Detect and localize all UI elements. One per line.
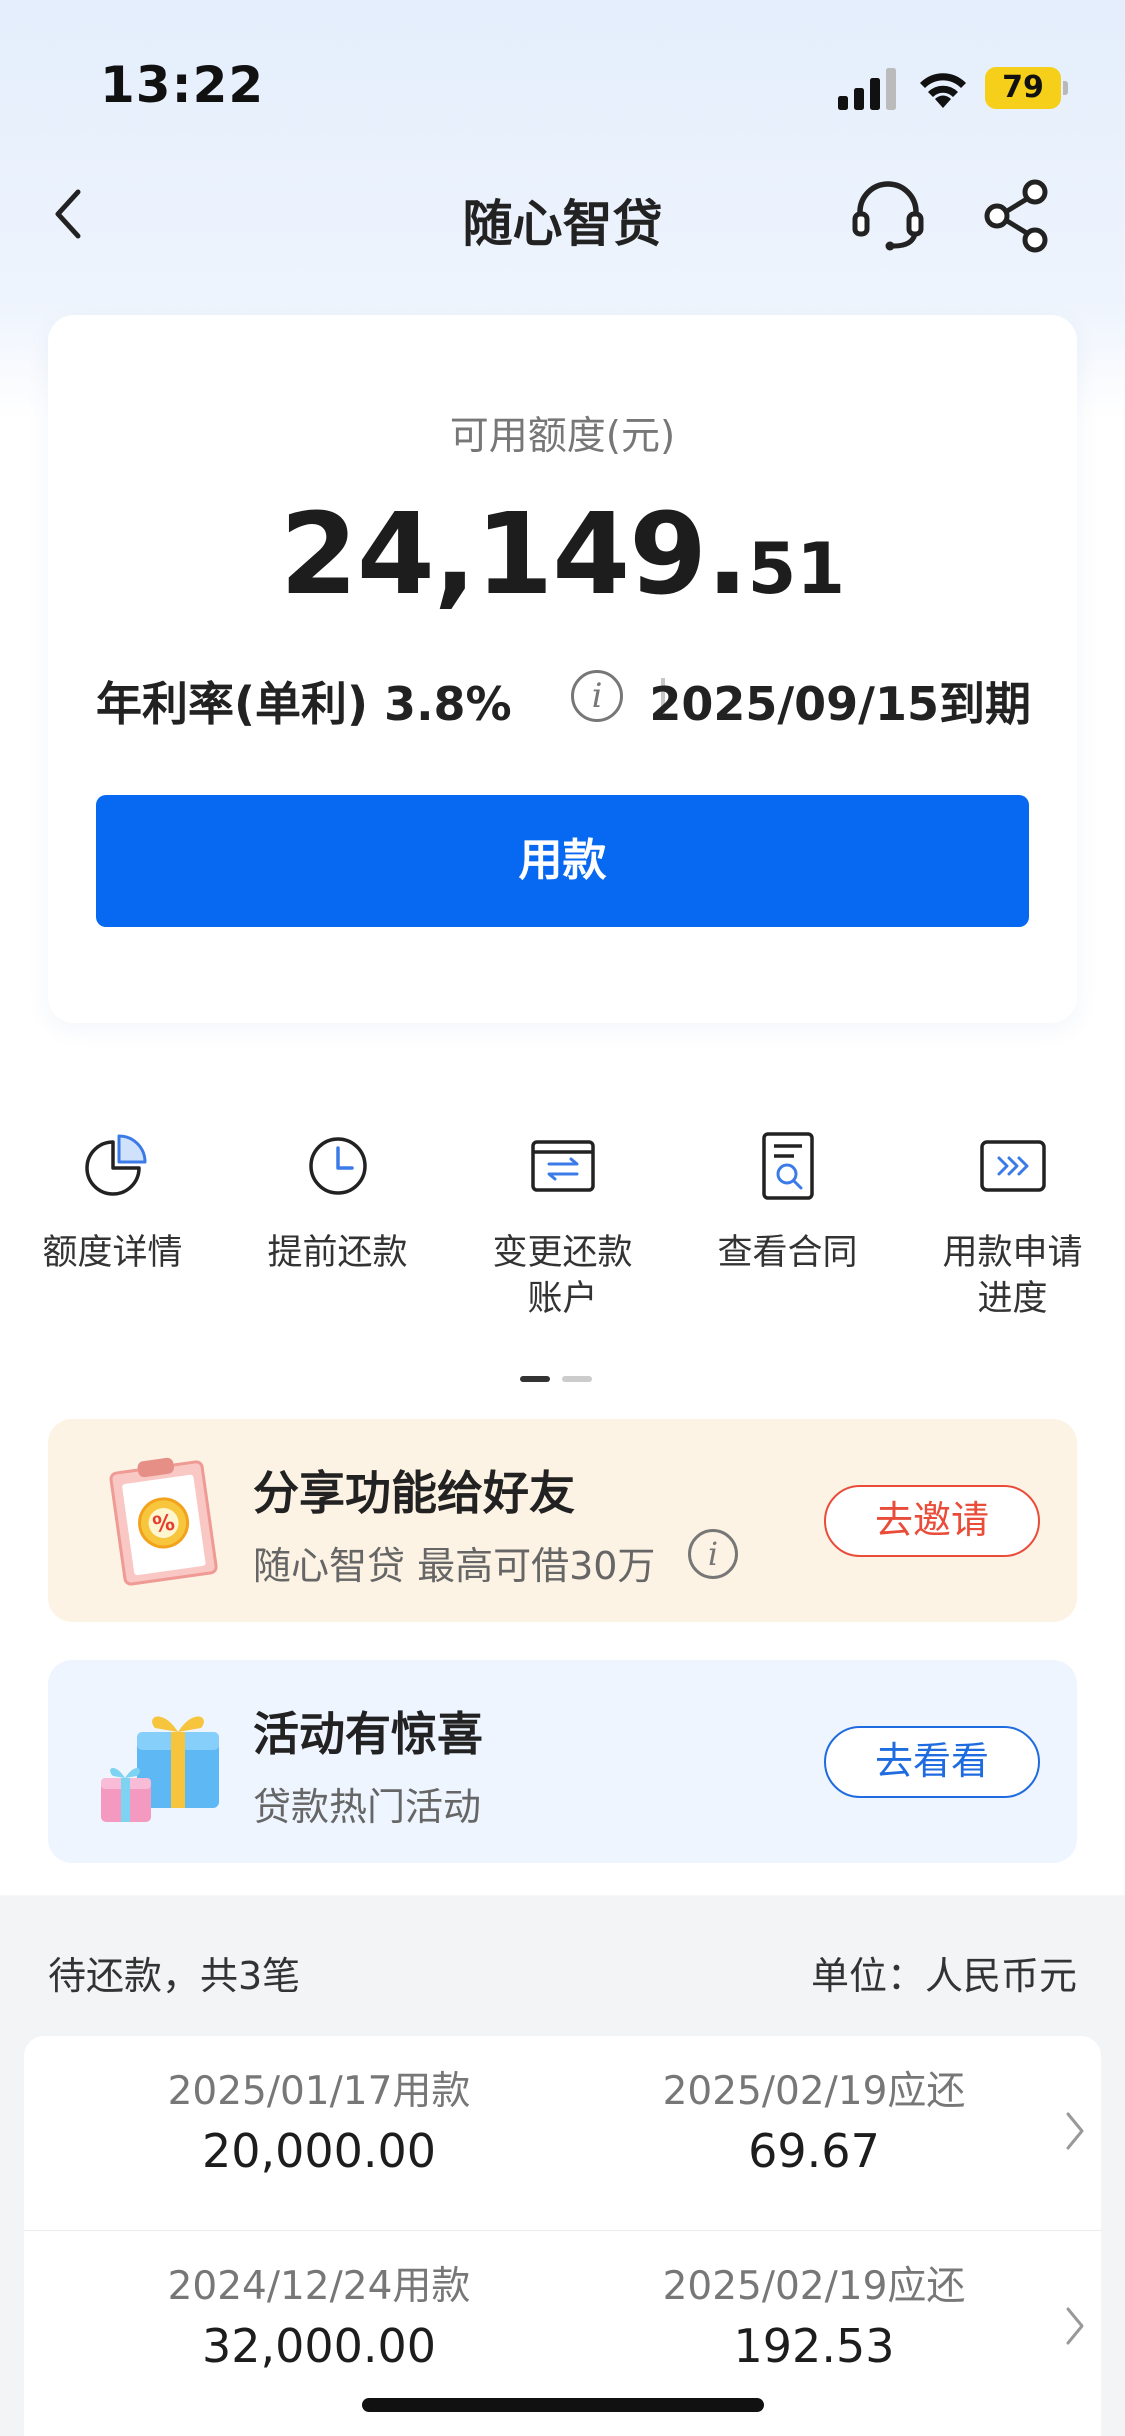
due-date: 2025/09/15到期 [649,677,1031,731]
available-credit-label: 可用额度(元) [449,414,676,459]
credit-card: 可用额度(元) 24,149.51 年利率(单利) 3.8% i 2025/09… [48,315,1077,1023]
annual-rate: 年利率(单利) 3.8% [96,677,512,731]
action-label: 查看合同 [717,1233,858,1273]
action-label: 提前还款 [267,1233,408,1273]
borrow-amount: 32,000.00 [201,2319,437,2373]
coupon-clipboard-image: % [109,1457,218,1586]
cellular-signal-icon [838,68,896,110]
home-indicator[interactable] [362,2398,764,2412]
card-transfer-icon [530,1140,595,1192]
due-date: 2025/02/19应还 [662,2069,966,2114]
borrow-info: 2024/12/24用款 32,000.00 [119,2261,519,2379]
repayment-count: 待还款，共3笔 [48,1954,301,1998]
action-credit-details[interactable]: 额度详情 [0,1130,225,1276]
due-info: 2025/02/19应还 192.53 [614,2261,1014,2379]
page-title: 随心智贷 [462,195,663,253]
action-label: 额度详情 [42,1233,183,1273]
event-banner[interactable]: 活动有惊喜 贷款热门活动 去看看 [48,1660,1077,1863]
battery-level: 79 [1002,70,1044,105]
promo-subtitle: 贷款热门活动 [253,1785,482,1829]
borrow-amount: 20,000.00 [201,2124,437,2178]
chevron-right-icon [1066,2112,1084,2150]
chevron-right-icon [1066,2307,1084,2345]
repayment-list: 2025/01/17用款 20,000.00 2025/02/19应还 69.6… [24,2036,1101,2436]
wifi-icon [920,73,966,108]
pie-chart-icon [84,1134,146,1196]
action-view-contract[interactable]: 查看合同 [675,1130,900,1276]
borrow-date: 2024/12/24用款 [167,2264,471,2309]
currency-unit: 单位：人民币元 [810,1954,1077,1998]
page-dot-active [520,1376,550,1382]
page-dot[interactable] [562,1376,592,1382]
share-icon[interactable] [983,178,1053,254]
promo-title: 分享功能给好友 [253,1466,575,1520]
info-icon[interactable]: i [688,1529,738,1579]
info-icon[interactable]: i [571,670,623,722]
battery-icon: 79 [985,67,1069,109]
status-time: 13:22 [100,56,265,114]
nav-bar: 随心智贷 [0,160,1125,270]
invite-banner[interactable]: % 分享功能给好友 随心智贷 最高可借30万 i 去邀请 [48,1419,1077,1622]
promo-subtitle: 随心智贷 最高可借30万 [253,1544,656,1588]
repayment-header: 待还款，共3笔 单位：人民币元 [48,1945,1077,2005]
repayment-row[interactable]: 2024/12/24用款 32,000.00 2025/02/19应还 192.… [24,2230,1101,2424]
rate-row: 年利率(单利) 3.8% i 2025/09/15到期 [96,660,1031,732]
action-label: 用款申请 进度 [942,1233,1083,1319]
due-info: 2025/02/19应还 69.67 [614,2066,1014,2184]
due-amount: 192.53 [733,2319,895,2373]
quick-actions: 额度详情 提前还款 变更还款 账户 查看合同 用款申请 进度 [0,1130,1125,1330]
customer-service-headset-icon[interactable] [850,178,926,254]
due-date: 2025/02/19应还 [662,2264,966,2309]
repayment-row[interactable]: 2025/01/17用款 20,000.00 2025/02/19应还 69.6… [24,2036,1101,2230]
borrow-date: 2025/01/17用款 [167,2069,471,2114]
invite-button[interactable]: 去邀请 [824,1485,1040,1557]
action-label: 变更还款 账户 [492,1233,633,1319]
available-credit-amount: 24,149.51 [48,490,1077,620]
borrow-info: 2025/01/17用款 20,000.00 [119,2066,519,2184]
borrow-button[interactable]: 用款 [96,795,1029,927]
progress-arrows-icon [979,1140,1046,1192]
action-early-repayment[interactable]: 提前还款 [225,1130,450,1276]
action-borrow-progress[interactable]: 用款申请 进度 [900,1130,1125,1322]
view-events-button[interactable]: 去看看 [824,1726,1040,1798]
action-change-repayment-account[interactable]: 变更还款 账户 [450,1130,675,1322]
document-search-icon [761,1132,814,1200]
status-bar: 13:22 79 [0,0,1125,150]
clock-icon [308,1137,367,1195]
svg-text:%: % [151,1511,176,1539]
credit-amount-decimal: 51 [747,528,846,610]
gift-box-image [101,1716,219,1822]
due-amount: 69.67 [748,2124,880,2178]
promo-title: 活动有惊喜 [253,1707,483,1761]
credit-amount-integer: 24,149. [279,490,749,620]
page-indicator [520,1376,594,1384]
